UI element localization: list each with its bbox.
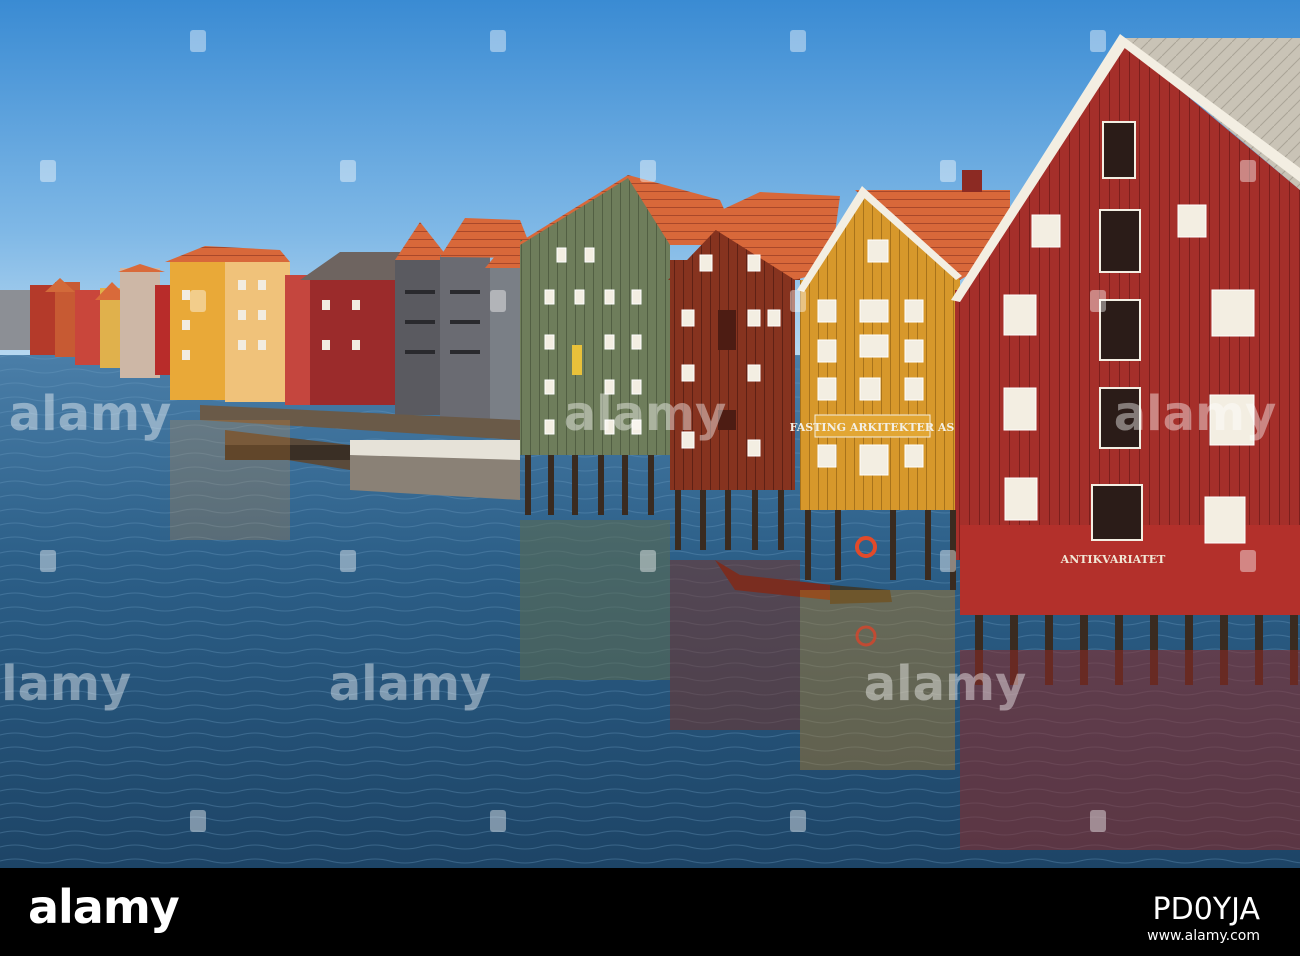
photo: FASTING ARKITEKTER AS ANTIKVARIATET alam…	[0, 0, 1300, 868]
watermark-text: alamy	[0, 656, 131, 712]
watermark-text: alamy	[564, 386, 727, 442]
watermark-text: alamy	[329, 656, 492, 712]
footer-bar: alamy PD0YJA www.alamy.com	[0, 868, 1300, 956]
image-id: PD0YJA	[1152, 892, 1260, 927]
canal-scene: FASTING ARKITEKTER AS ANTIKVARIATET alam…	[0, 0, 1300, 868]
watermark-text: alamy	[9, 386, 172, 442]
alamy-logo: alamy	[28, 880, 180, 934]
site-url: www.alamy.com	[1147, 928, 1260, 944]
watermark-text: alamy	[864, 656, 1027, 712]
antikvariatet-sign: ANTIKVARIATET	[1060, 553, 1166, 566]
fasting-arkitekter-sign: FASTING ARKITEKTER AS	[790, 421, 955, 434]
watermark-text: alamy	[1114, 386, 1277, 442]
